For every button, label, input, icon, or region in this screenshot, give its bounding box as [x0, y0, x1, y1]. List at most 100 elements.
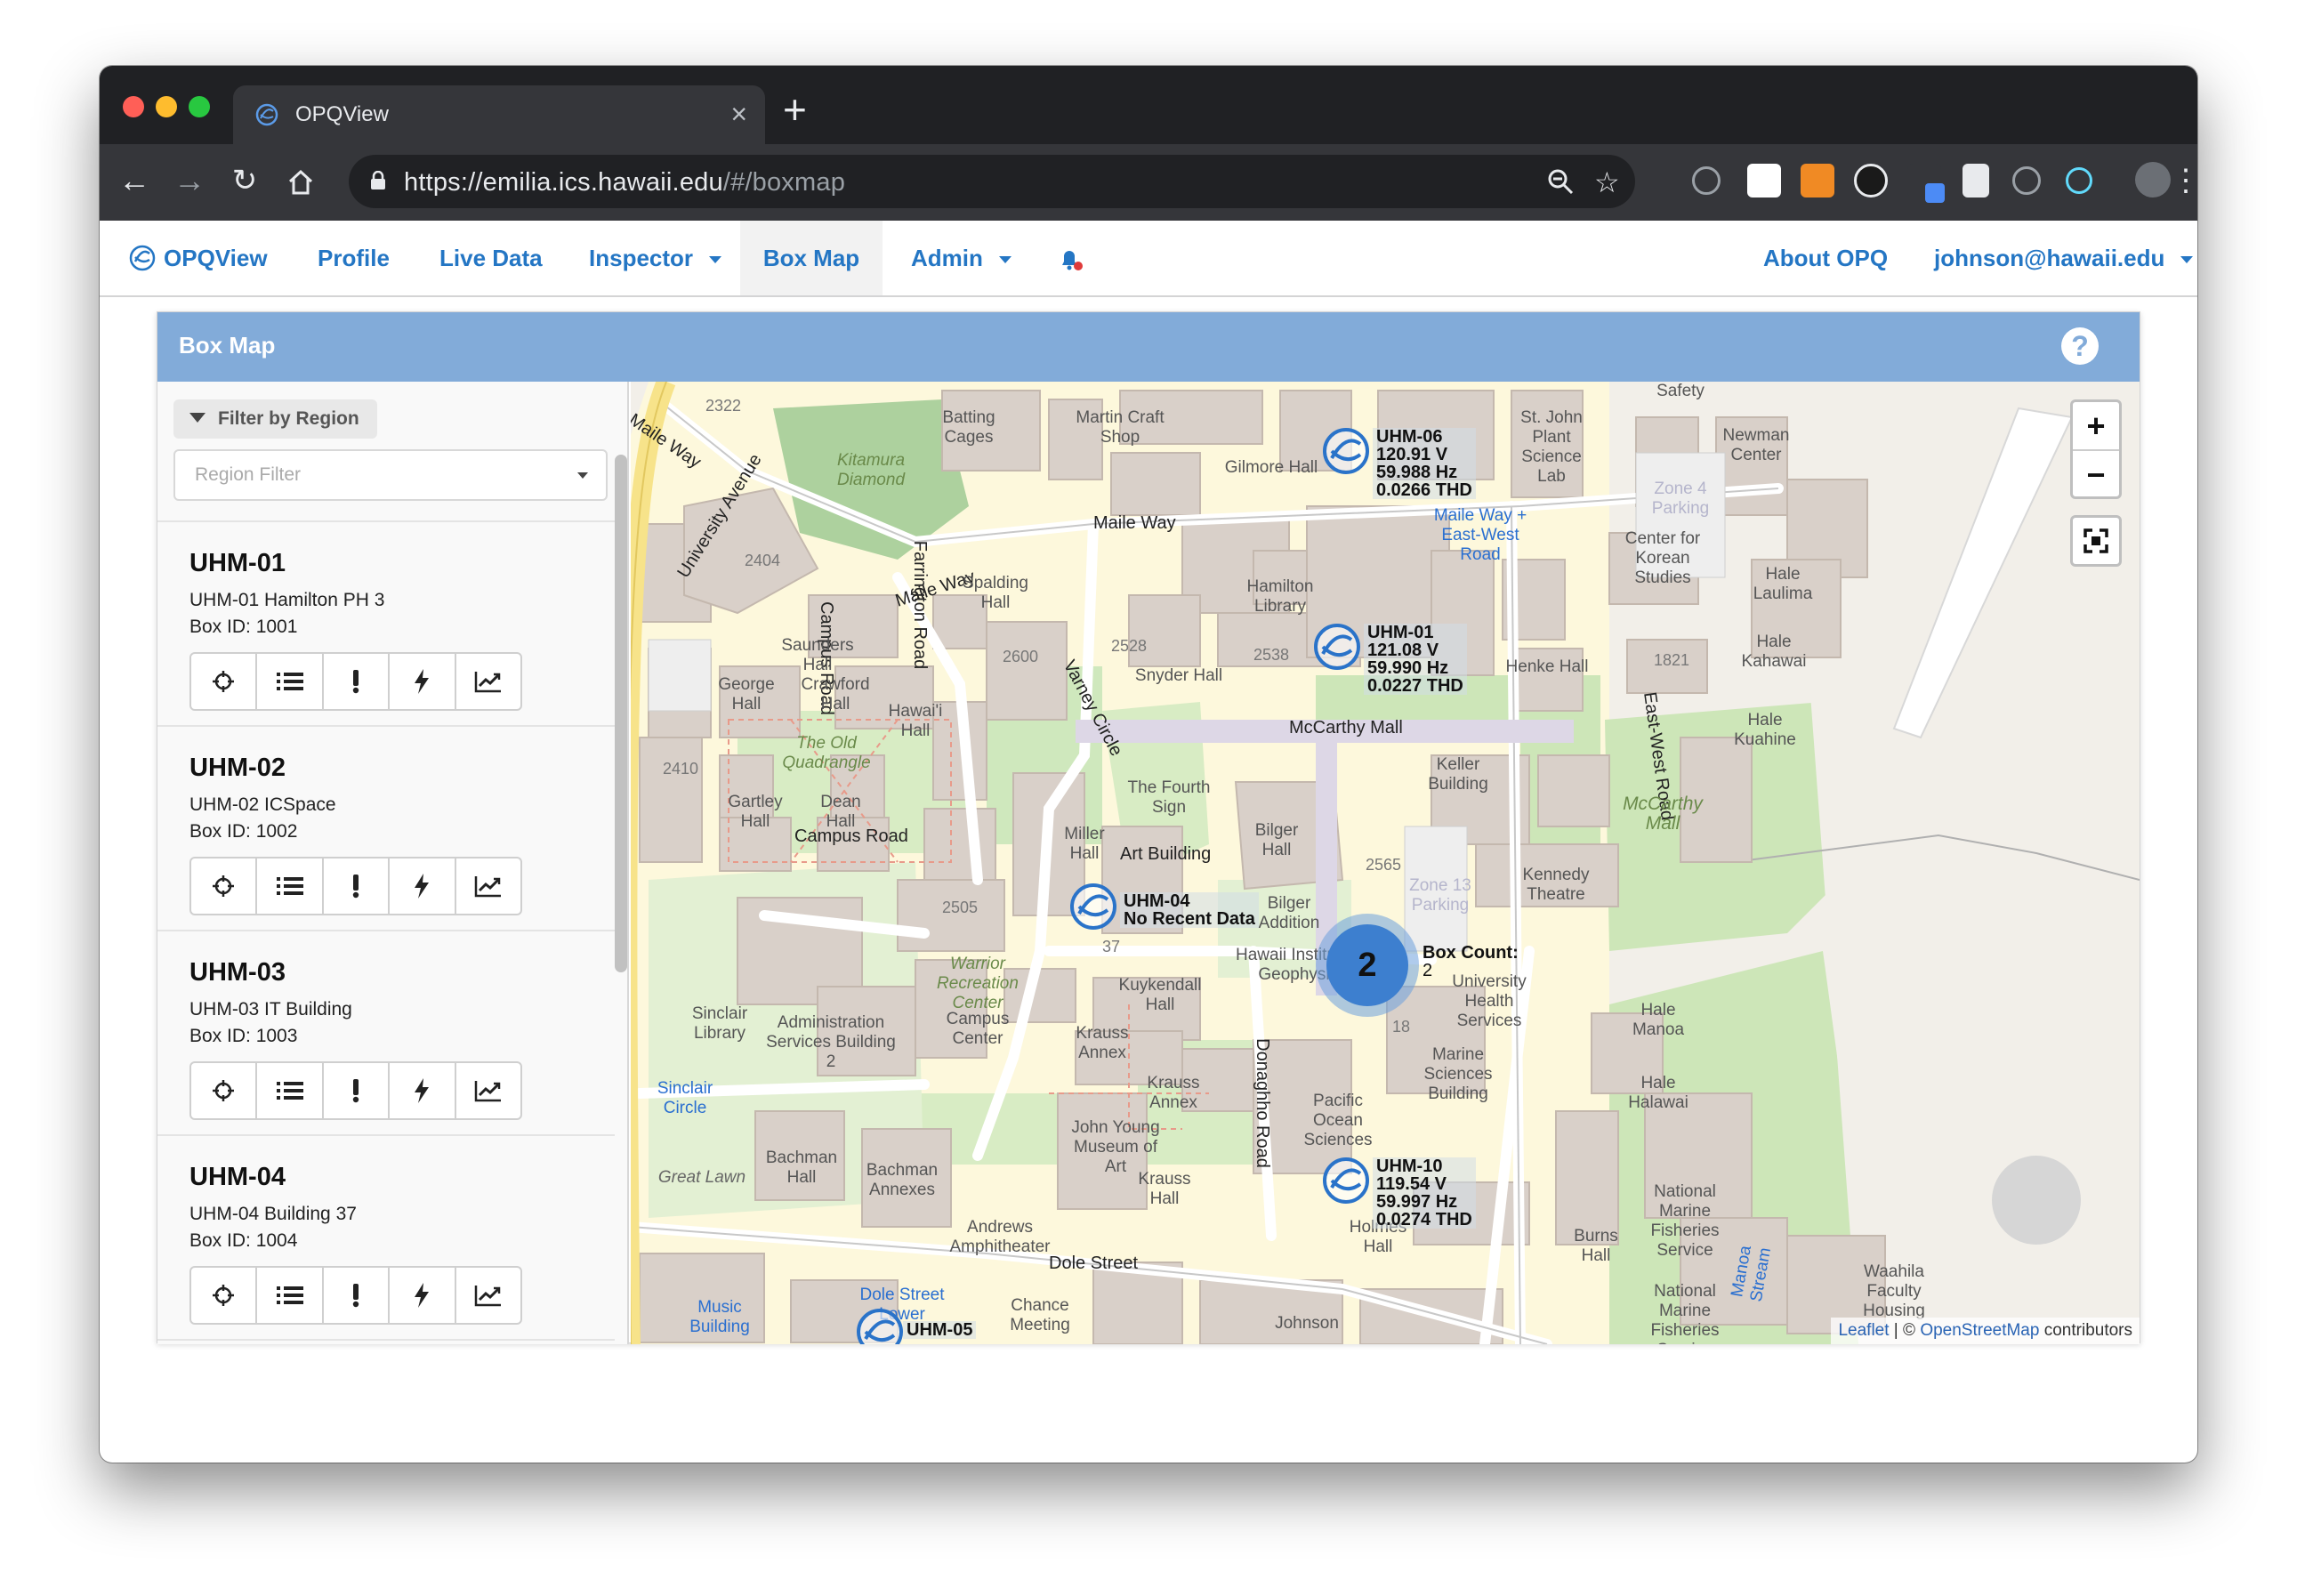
map-label: Farrington Road	[910, 540, 930, 670]
info-extension-icon[interactable]	[1692, 166, 1721, 195]
chart-line-button[interactable]	[456, 858, 520, 914]
map-label: Marine Sciences Building	[1423, 1045, 1493, 1103]
map-label: Krauss Annex	[1076, 1024, 1129, 1062]
map-label: Johnson	[1275, 1314, 1339, 1333]
opq-box-marker-icon[interactable]	[1319, 1154, 1373, 1207]
lock-icon	[371, 171, 385, 189]
crosshairs-button[interactable]	[191, 1063, 258, 1118]
opq-box-marker-icon[interactable]	[1067, 880, 1120, 933]
new-tab-icon[interactable]: +	[783, 89, 807, 130]
map-label: Campus Road	[794, 826, 908, 846]
bolt-button[interactable]	[390, 858, 456, 914]
nav-brand[interactable]: OPQView	[128, 221, 268, 295]
chart-line-button[interactable]	[456, 1268, 520, 1323]
forward-icon[interactable]: →	[167, 158, 212, 203]
crosshairs-button[interactable]	[191, 858, 258, 914]
exclamation-button[interactable]	[324, 1268, 391, 1323]
map-label: Batting Cages	[942, 408, 995, 447]
refresh-extension-icon[interactable]	[2012, 166, 2041, 195]
map-label: National Marine Fisheries Service	[1650, 1282, 1720, 1344]
notification-bell-icon[interactable]	[1059, 247, 1085, 272]
react-extension-icon[interactable]	[2066, 167, 2092, 194]
close-window-button[interactable]	[123, 96, 144, 117]
map-label: Bachman Annexes	[866, 1161, 939, 1199]
cluster-count: 2	[1326, 924, 1408, 1006]
crosshairs-button[interactable]	[191, 654, 258, 709]
dropdown-caret-icon	[577, 472, 588, 479]
back-icon[interactable]: ←	[112, 158, 157, 203]
box-map[interactable]: 2322 Maile Way University Avenue 2404 Ba…	[631, 382, 2140, 1344]
document-extension-icon[interactable]	[1963, 164, 1989, 197]
chart-line-button[interactable]	[456, 654, 520, 709]
sidebar-scrollbar[interactable]	[615, 455, 627, 972]
box-action-buttons	[189, 652, 522, 711]
chart-extension-icon[interactable]	[1801, 164, 1834, 197]
map-attribution: Leaflet | © OpenStreetMap contributors	[1831, 1318, 2140, 1344]
exclamation-button[interactable]	[324, 654, 391, 709]
exclamation-button[interactable]	[324, 858, 391, 914]
nav-profile[interactable]: Profile	[318, 221, 390, 295]
nav-admin[interactable]: Admin	[911, 221, 1011, 295]
check-extension-icon[interactable]	[1854, 164, 1888, 197]
url-text: https://emilia.ics.hawaii.edu/#/boxmap	[404, 168, 846, 197]
map-label: Hawai'i Hall	[888, 702, 943, 740]
opqview-logo-icon	[129, 245, 156, 271]
box-action-buttons	[189, 1061, 522, 1120]
list-button[interactable]	[257, 1063, 324, 1118]
chart-line-icon	[474, 875, 503, 898]
opq-box-marker-icon[interactable]	[1310, 620, 1364, 673]
nav-about-opq[interactable]: About OPQ	[1763, 221, 1888, 295]
map-label: Art Building	[1120, 844, 1212, 864]
bolt-button[interactable]	[390, 654, 456, 709]
pen-extension-icon[interactable]	[1907, 164, 1945, 203]
bolt-button[interactable]	[390, 1063, 456, 1118]
opq-box-marker-icon[interactable]	[853, 1305, 907, 1344]
fullscreen-button[interactable]	[2070, 515, 2122, 567]
list-button[interactable]	[257, 858, 324, 914]
list-icon	[276, 1080, 303, 1101]
exclamation-icon	[351, 1078, 361, 1103]
zoom-out-button[interactable]: −	[2073, 449, 2119, 496]
box-card-uhm-01: UHM-01 UHM-01 Hamilton PH 3 Box ID: 1001	[157, 522, 615, 727]
region-filter-dropdown[interactable]: Region Filter	[173, 449, 608, 501]
nav-user-menu[interactable]: johnson@hawaii.edu	[1934, 221, 2194, 295]
close-tab-icon[interactable]: ×	[730, 98, 747, 131]
bookmark-star-icon[interactable]: ☆	[1594, 165, 1620, 199]
zoom-in-button[interactable]: +	[2073, 402, 2119, 449]
menu-dots-icon[interactable]: ⋮	[2164, 158, 2197, 203]
crosshairs-icon	[211, 874, 236, 899]
box-cluster-marker[interactable]: 2	[1316, 914, 1419, 1017]
map-label: Hale Laulima	[1753, 565, 1813, 603]
map-label: Sinclair Library	[691, 1004, 748, 1043]
box-id: Box ID: 1002	[189, 821, 298, 842]
chart-line-button[interactable]	[456, 1063, 520, 1118]
marker-label-uhm-06: UHM-06 120.91 V 59.988 Hz 0.0266 THD	[1373, 428, 1476, 499]
map-label: George Hall	[718, 675, 775, 713]
marker-label-uhm-10: UHM-10 119.54 V 59.997 Hz 0.0274 THD	[1373, 1157, 1476, 1229]
browser-tab[interactable]: OPQView ×	[233, 85, 765, 144]
map-label: Kennedy Theatre	[1522, 866, 1590, 904]
nav-live-data[interactable]: Live Data	[439, 221, 543, 295]
leaflet-link[interactable]: Leaflet	[1838, 1321, 1889, 1340]
map-label: Krauss Annex	[1147, 1074, 1200, 1112]
map-label: McCarthy Mall	[1289, 718, 1403, 738]
nav-inspector[interactable]: Inspector	[589, 221, 722, 295]
openstreetmap-link[interactable]: OpenStreetMap	[1920, 1321, 2039, 1340]
list-button[interactable]	[257, 654, 324, 709]
zoom-out-icon[interactable]	[1546, 167, 1575, 196]
minimize-window-button[interactable]	[156, 96, 177, 117]
reload-icon[interactable]: ↻	[222, 158, 267, 203]
crosshairs-button[interactable]	[191, 1268, 258, 1323]
list-button[interactable]	[257, 1268, 324, 1323]
exclamation-icon	[351, 669, 361, 694]
bolt-button[interactable]	[390, 1268, 456, 1323]
home-icon[interactable]	[286, 169, 315, 196]
exclamation-button[interactable]	[324, 1063, 391, 1118]
address-bar[interactable]: https://emilia.ics.hawaii.edu/#/boxmap ☆	[349, 155, 1635, 208]
maximize-window-button[interactable]	[189, 96, 210, 117]
help-icon[interactable]: ?	[2061, 327, 2099, 365]
nav-box-map[interactable]: Box Map	[740, 221, 883, 295]
opq-box-marker-icon[interactable]	[1319, 424, 1373, 478]
chart-line-icon	[474, 1079, 503, 1102]
jb-extension-icon[interactable]	[1747, 164, 1781, 197]
